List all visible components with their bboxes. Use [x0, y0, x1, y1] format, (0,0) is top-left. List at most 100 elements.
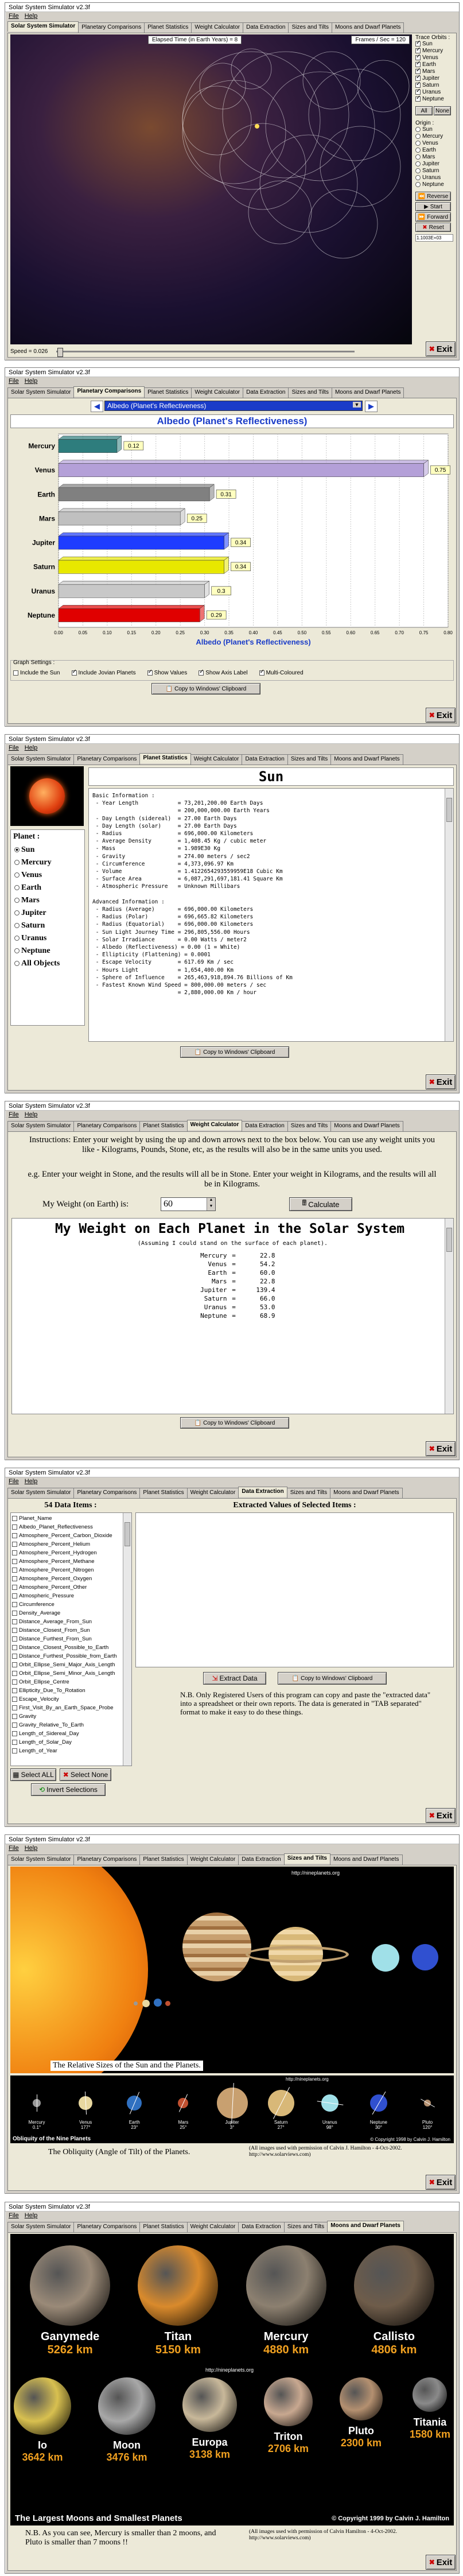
trace-orbit-checkbox[interactable]: Earth — [415, 60, 453, 68]
checkbox-box[interactable] — [415, 67, 421, 74]
checkbox-box[interactable] — [12, 1722, 17, 1728]
tab-statistics[interactable]: Planet Statistics — [139, 753, 191, 763]
trace-orbit-checkbox[interactable]: Mars — [415, 67, 453, 75]
tab-statistics[interactable]: Planet Statistics — [139, 1855, 188, 1865]
copy-clipboard-button[interactable]: 📋 Copy to Windows' Clipboard — [151, 683, 260, 695]
checkbox-box[interactable] — [12, 1576, 17, 1581]
trace-orbit-checkbox[interactable]: Sun — [415, 40, 453, 48]
checkbox-box[interactable] — [12, 1610, 17, 1616]
tab-moons[interactable]: Moons and Dwarf Planets — [330, 1855, 403, 1865]
tab-extraction[interactable]: Data Extraction — [242, 1121, 288, 1131]
reset-button[interactable]: ✖ Reset — [415, 223, 451, 232]
checkbox-box[interactable] — [415, 74, 421, 81]
data-item-checkbox[interactable]: Planet_Name — [12, 1514, 130, 1523]
tab-sizes[interactable]: Sizes and Tilts — [286, 1488, 331, 1498]
all-button[interactable]: All — [415, 106, 433, 115]
checkbox-box[interactable] — [71, 669, 77, 676]
origin-radio[interactable]: Mercury — [415, 133, 453, 140]
planet-radio[interactable]: Neptune — [11, 945, 84, 957]
tab-comparisons[interactable]: Planetary Comparisons — [73, 1855, 141, 1865]
radio-button[interactable] — [14, 961, 20, 967]
trace-orbit-checkbox[interactable]: Jupiter — [415, 74, 453, 82]
checkbox-box[interactable] — [147, 669, 153, 676]
extract-data-button[interactable]: ⇲ Extract Data — [203, 1672, 266, 1685]
tab-extraction[interactable]: Data Extraction — [243, 22, 289, 33]
data-item-checkbox[interactable]: Orbit_Ellipse_Semi_Minor_Axis_Length — [12, 1669, 130, 1678]
forward-button[interactable]: ⏩ Forward — [415, 212, 451, 222]
radio-button[interactable] — [415, 140, 421, 146]
radio-button[interactable] — [14, 872, 20, 878]
menu-file[interactable]: File — [9, 1845, 19, 1853]
data-item-checkbox[interactable]: Atmosphere_Percent_Carbon_Dioxide — [12, 1531, 130, 1540]
data-item-checkbox[interactable]: Distance_Closest_From_Sun — [12, 1626, 130, 1635]
radio-button[interactable] — [415, 154, 421, 160]
menu-file[interactable]: File — [9, 13, 19, 21]
weight-input[interactable]: 60 ▲ ▼ — [161, 1197, 216, 1211]
radio-button[interactable] — [415, 126, 421, 132]
checkbox-box[interactable] — [199, 669, 204, 676]
tab-sizes[interactable]: Sizes and Tilts — [287, 1121, 332, 1131]
origin-radio[interactable]: Uranus — [415, 174, 453, 181]
prev-arrow-button[interactable]: ◀ — [91, 401, 103, 412]
tab-weight[interactable]: Weight Calculator — [191, 22, 244, 33]
checkbox-box[interactable] — [12, 1739, 17, 1745]
menu-file[interactable]: File — [9, 2212, 19, 2220]
tab-extraction[interactable]: Data Extraction — [238, 2222, 285, 2232]
data-item-checkbox[interactable]: Albedo_Planet_Reflectiveness — [12, 1523, 130, 1531]
checkbox-box[interactable] — [12, 1670, 17, 1676]
origin-radio[interactable]: Mars — [415, 154, 453, 161]
planet-radio[interactable]: Sun — [11, 844, 84, 856]
data-item-checkbox[interactable]: Escape_Velocity — [12, 1695, 130, 1704]
exit-button[interactable]: ✖ Exit — [426, 1441, 456, 1456]
radio-button[interactable] — [14, 860, 20, 866]
stats-scrollbar[interactable] — [445, 789, 453, 1041]
menu-help[interactable]: Help — [25, 378, 38, 386]
select-none-button[interactable]: ✖ Select None — [60, 1768, 111, 1781]
checkbox-box[interactable] — [415, 53, 421, 60]
tab-extraction[interactable]: Data Extraction — [238, 1487, 287, 1497]
menu-file[interactable]: File — [9, 1111, 19, 1119]
checkbox-box[interactable] — [12, 1627, 17, 1633]
next-arrow-button[interactable]: ▶ — [365, 401, 378, 412]
radio-button[interactable] — [415, 147, 421, 153]
planet-radio[interactable]: Earth — [11, 882, 84, 894]
tab-sizes[interactable]: Sizes and Tilts — [283, 2222, 328, 2232]
planet-radio[interactable]: Mars — [11, 894, 84, 907]
trace-orbit-checkbox[interactable]: Saturn — [415, 81, 453, 89]
data-item-checkbox[interactable]: Atmospheric_Pressure — [12, 1592, 130, 1600]
checkbox-box[interactable] — [12, 1687, 17, 1693]
spin-down-button[interactable]: ▼ — [207, 1204, 215, 1211]
menu-help[interactable]: Help — [25, 1111, 38, 1119]
graph-setting-checkbox[interactable]: Include the Sun — [13, 670, 60, 676]
none-button[interactable]: None — [434, 106, 451, 115]
exit-button[interactable]: ✖ Exit — [426, 2175, 456, 2190]
tab-simulator[interactable]: Solar System Simulator — [7, 387, 75, 398]
origin-radio[interactable]: Jupiter — [415, 161, 453, 168]
checkbox-box[interactable] — [12, 1713, 17, 1719]
tab-sizes[interactable]: Sizes and Tilts — [283, 1853, 330, 1864]
tab-statistics[interactable]: Planet Statistics — [139, 1488, 188, 1498]
data-item-checkbox[interactable]: Distance_Furthest_Possible_from_Earth — [12, 1652, 130, 1661]
radio-button[interactable] — [415, 133, 421, 139]
radio-button[interactable] — [14, 948, 20, 954]
graph-setting-checkbox[interactable]: Include Jovian Planets — [71, 669, 136, 676]
checkbox-box[interactable] — [12, 1636, 17, 1642]
graph-setting-checkbox[interactable]: Multi-Coloured — [259, 669, 304, 676]
checkbox-box[interactable] — [12, 1584, 17, 1590]
menu-file[interactable]: File — [9, 1478, 19, 1486]
checkbox-box[interactable] — [415, 60, 421, 67]
data-item-checkbox[interactable]: Atmosphere_Percent_Methane — [12, 1557, 130, 1566]
planet-radio[interactable]: Jupiter — [11, 907, 84, 920]
checkbox-box[interactable] — [12, 1644, 17, 1650]
data-item-checkbox[interactable]: Length_of_Solar_Day — [12, 1738, 130, 1747]
tab-moons[interactable]: Moons and Dwarf Planets — [330, 754, 403, 765]
origin-radio[interactable]: Sun — [415, 126, 453, 133]
tab-comparisons[interactable]: Planetary Comparisons — [73, 2222, 141, 2232]
data-item-checkbox[interactable]: Atmosphere_Percent_Helium — [12, 1540, 130, 1549]
tab-sizes[interactable]: Sizes and Tilts — [288, 22, 332, 33]
tab-weight[interactable]: Weight Calculator — [190, 754, 243, 765]
origin-radio[interactable]: Neptune — [415, 181, 453, 188]
data-item-checkbox[interactable]: Length_of_Sidereal_Day — [12, 1729, 130, 1738]
tab-sizes[interactable]: Sizes and Tilts — [288, 387, 332, 398]
radio-button[interactable] — [14, 923, 20, 929]
